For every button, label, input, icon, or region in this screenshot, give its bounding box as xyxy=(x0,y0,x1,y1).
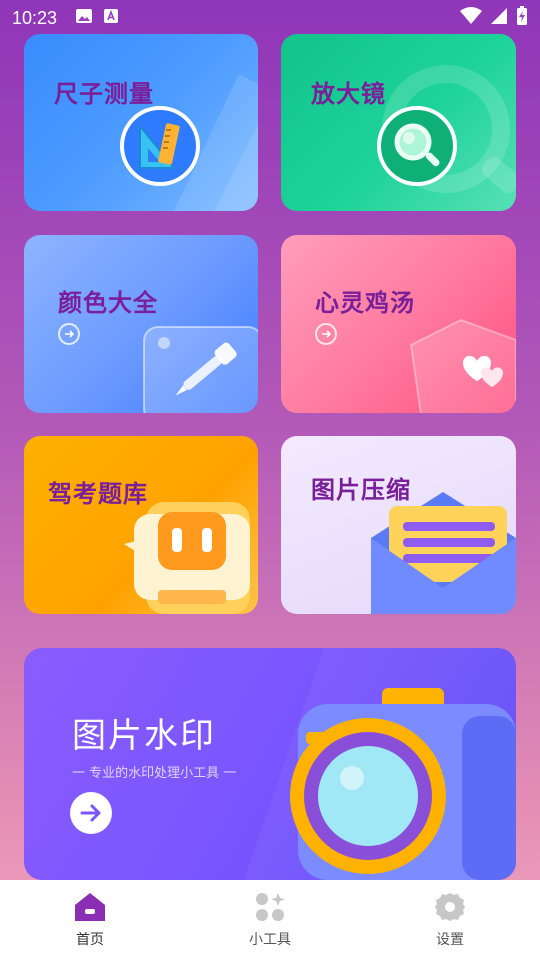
camera-icon xyxy=(290,688,516,880)
card-magnifier[interactable]: 放大镜 xyxy=(281,34,516,211)
card-ruler-measure[interactable]: 尺子测量 xyxy=(24,34,258,211)
text-notification-icon xyxy=(103,8,119,28)
robot-icon xyxy=(124,502,250,614)
battery-charging-icon xyxy=(516,6,528,30)
tools-icon xyxy=(256,893,285,921)
arrow-right-button[interactable] xyxy=(70,792,112,834)
card-title: 尺子测量 xyxy=(54,80,154,108)
tab-tools[interactable]: 小工具 xyxy=(210,891,330,949)
arrow-right-icon xyxy=(80,804,101,822)
card-soul-soup[interactable]: 心灵鸡汤 xyxy=(281,235,516,413)
bottom-tab-bar: 首页 小工具 设置 xyxy=(0,880,540,960)
card-driving-exam[interactable]: 驾考题库 xyxy=(24,436,258,614)
banner-subtitle: 一 专业的水印处理小工具 一 xyxy=(72,766,237,781)
settings-icon xyxy=(435,893,465,921)
tab-home[interactable]: 首页 xyxy=(30,891,150,949)
tab-label: 首页 xyxy=(76,932,104,948)
envelope-icon xyxy=(371,492,516,614)
tab-label: 设置 xyxy=(436,932,464,948)
banner-title: 图片水印 xyxy=(72,716,216,756)
card-title: 心灵鸡汤 xyxy=(315,289,415,317)
arrow-right-circle-icon[interactable] xyxy=(315,323,337,345)
tab-label: 小工具 xyxy=(249,932,291,948)
card-title: 放大镜 xyxy=(311,80,386,108)
hearts-icon xyxy=(409,318,516,413)
status-bar: 10:23 xyxy=(0,0,540,36)
card-color-palette[interactable]: 颜色大全 xyxy=(24,235,258,413)
wifi-icon xyxy=(460,7,482,29)
home-icon xyxy=(75,893,105,921)
dropper-icon xyxy=(143,326,258,413)
magnifier-icon xyxy=(377,106,457,186)
status-time: 10:23 xyxy=(12,7,58,28)
card-image-compress[interactable]: 图片压缩 xyxy=(281,436,516,614)
arrow-right-circle-icon[interactable] xyxy=(58,323,80,345)
gallery-notification-icon xyxy=(75,8,93,28)
signal-icon xyxy=(490,7,508,29)
ruler-icon xyxy=(120,106,200,186)
watermark-banner[interactable]: 图片水印 一 专业的水印处理小工具 一 xyxy=(24,648,516,880)
tab-settings[interactable]: 设置 xyxy=(390,891,510,949)
